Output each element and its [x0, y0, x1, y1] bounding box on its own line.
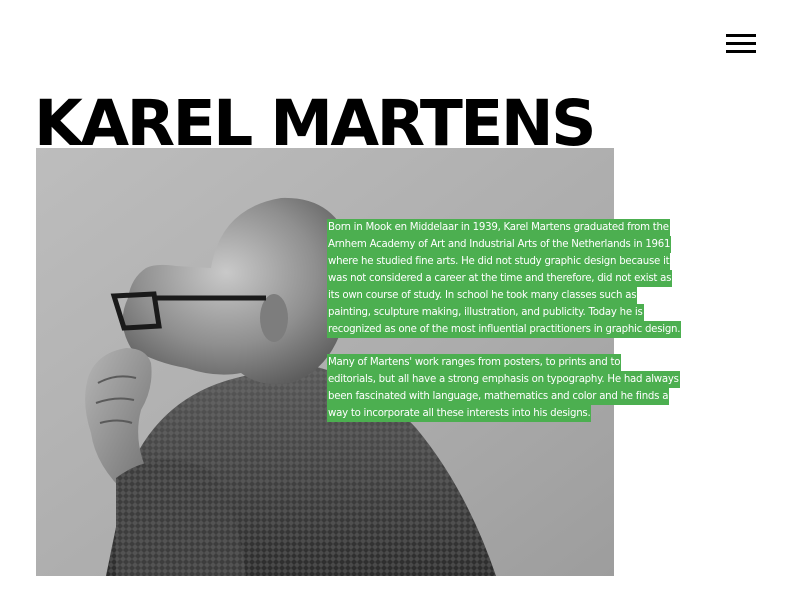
bio-line: its own course of study. In school he to… [327, 287, 638, 304]
bio-line: way to incorporate all these interests i… [327, 405, 592, 422]
bio-line: Arnhem Academy of Art and Industrial Art… [327, 236, 672, 253]
hamburger-menu-icon-bar [726, 42, 756, 45]
menu-button[interactable] [722, 30, 760, 58]
bio-line: where he studied fine arts. He did not s… [327, 253, 671, 270]
hamburger-menu-icon-bar [726, 50, 756, 53]
bio-line: been fascinated with language, mathemati… [327, 388, 670, 405]
bio-line: Many of Martens' work ranges from poster… [327, 354, 622, 371]
bio-line: recognized as one of the most influentia… [327, 321, 682, 338]
bio-paragraph-1: Born in Mook en Middelaar in 1939, Karel… [327, 219, 767, 338]
page-title: KAREL MARTENS [34, 87, 596, 160]
bio-line: was not considered a career at the time … [327, 270, 673, 287]
bio-text-block: Born in Mook en Middelaar in 1939, Karel… [327, 219, 767, 438]
bio-paragraph-2: Many of Martens' work ranges from poster… [327, 354, 767, 422]
hamburger-menu-icon [726, 34, 756, 37]
bio-line: painting, sculpture making, illustration… [327, 304, 644, 321]
bio-line: Born in Mook en Middelaar in 1939, Karel… [327, 219, 670, 236]
bio-line: editorials, but all have a strong emphas… [327, 371, 680, 388]
